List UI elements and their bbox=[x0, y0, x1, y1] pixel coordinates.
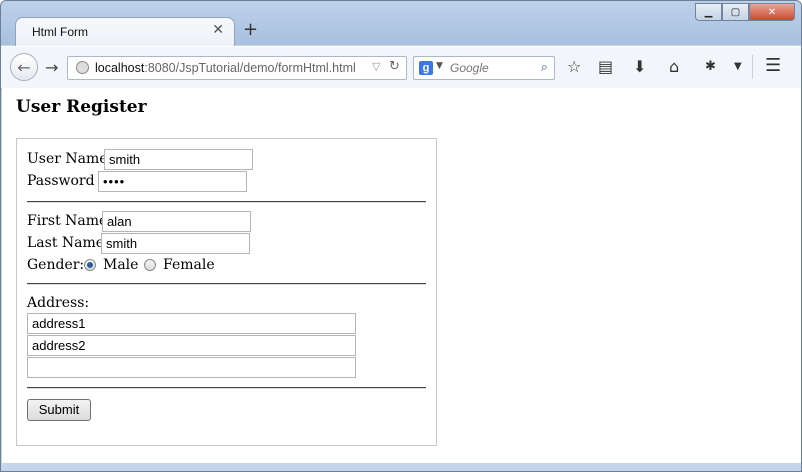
extension-icon[interactable]: ✱ bbox=[705, 59, 716, 74]
menu-icon[interactable]: ☰ bbox=[765, 55, 781, 76]
last-name-label: Last Name: bbox=[27, 235, 109, 251]
search-bar[interactable]: g ▼ Google ⌕ bbox=[413, 56, 555, 80]
search-engine-dropdown-icon[interactable]: ▼ bbox=[436, 61, 443, 71]
last-name-input[interactable]: smith bbox=[101, 233, 250, 254]
register-form: User Name: smith Password : •••• First N… bbox=[16, 138, 437, 446]
forward-arrow-icon[interactable]: → bbox=[45, 58, 58, 77]
window-controls: ▁ ▢ ✕ bbox=[695, 3, 795, 23]
first-name-input[interactable]: alan bbox=[102, 211, 251, 232]
globe-icon bbox=[76, 61, 89, 74]
back-arrow-icon[interactable]: ← bbox=[10, 53, 38, 81]
reload-icon[interactable]: ↻ bbox=[389, 59, 400, 74]
window-bottom-frame bbox=[1, 463, 801, 471]
close-window-icon[interactable]: ✕ bbox=[749, 3, 795, 21]
radio-selected-dot bbox=[87, 262, 93, 268]
search-placeholder: Google bbox=[450, 61, 489, 75]
gender-female-label: Female bbox=[163, 257, 215, 273]
maximize-icon[interactable]: ▢ bbox=[722, 3, 749, 21]
divider bbox=[27, 283, 426, 285]
tab-html-form[interactable]: Html Form ✕ bbox=[15, 17, 235, 47]
address-line-1-input[interactable]: address1 bbox=[27, 313, 356, 334]
search-icon[interactable]: ⌕ bbox=[541, 60, 548, 75]
address-label: Address: bbox=[27, 295, 90, 311]
home-icon[interactable]: ⌂ bbox=[669, 57, 679, 76]
gender-male-radio[interactable] bbox=[84, 259, 96, 271]
url-path: :8080/JspTutorial/demo/formHtml.html bbox=[144, 61, 356, 75]
new-tab-icon[interactable]: + bbox=[243, 20, 258, 40]
bookmark-star-icon[interactable]: ☆ bbox=[567, 57, 581, 76]
title-bar: Html Form ✕ + ▁ ▢ ✕ bbox=[1, 1, 801, 47]
divider bbox=[27, 387, 426, 389]
password-label: Password : bbox=[27, 173, 104, 189]
toolbar-separator bbox=[752, 55, 753, 79]
page-content: User Register User Name: smith Password … bbox=[2, 88, 801, 463]
password-input[interactable]: •••• bbox=[98, 171, 247, 192]
user-name-input[interactable]: smith bbox=[104, 149, 253, 170]
first-name-label: First Name: bbox=[27, 213, 113, 229]
minimize-icon[interactable]: ▁ bbox=[695, 3, 722, 21]
page-title: User Register bbox=[16, 97, 147, 117]
download-icon[interactable]: ⬇ bbox=[633, 57, 646, 76]
user-name-label: User Name: bbox=[27, 151, 113, 167]
url-dropdown-icon[interactable]: ▽ bbox=[372, 60, 380, 73]
address-line-2-input[interactable]: address2 bbox=[27, 335, 356, 356]
tab-close-icon[interactable]: ✕ bbox=[212, 22, 224, 38]
gender-label: Gender: bbox=[27, 257, 85, 273]
divider bbox=[27, 201, 426, 203]
extension-dropdown-icon[interactable]: ▼ bbox=[734, 61, 742, 72]
navigation-toolbar: ← → localhost:8080/JspTutorial/demo/form… bbox=[1, 46, 801, 89]
url-host: localhost bbox=[95, 61, 145, 75]
submit-button[interactable]: Submit bbox=[27, 399, 91, 421]
url-text: localhost:8080/JspTutorial/demo/formHtml… bbox=[95, 61, 356, 75]
address-line-3-input[interactable] bbox=[27, 357, 356, 378]
address-bar[interactable]: localhost:8080/JspTutorial/demo/formHtml… bbox=[67, 56, 407, 80]
reading-list-icon[interactable]: ▤ bbox=[598, 57, 613, 76]
google-icon[interactable]: g bbox=[419, 61, 433, 75]
browser-window: Html Form ✕ + ▁ ▢ ✕ ← → localhost:8080/J… bbox=[0, 0, 802, 472]
gender-female-radio[interactable] bbox=[144, 259, 156, 271]
gender-male-label: Male bbox=[103, 257, 139, 273]
tab-title: Html Form bbox=[32, 25, 88, 39]
